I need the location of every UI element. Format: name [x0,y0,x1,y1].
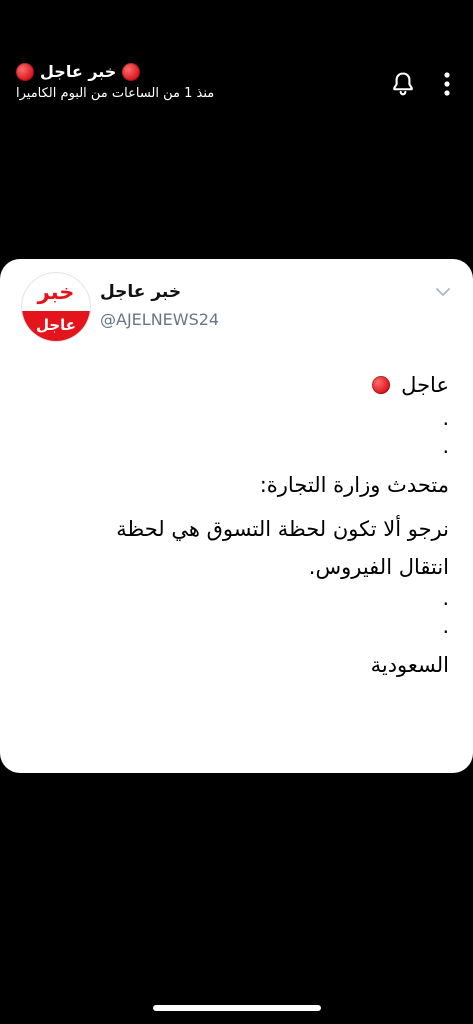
tweet-line-spokesperson: متحدث وزارة التجارة: [259,473,449,497]
story-title[interactable]: خبر عاجل [16,62,141,81]
tweet-line-country: السعودية [370,653,449,677]
tweet-line-message-2: انتقال الفيروس. [308,555,449,579]
account-handle[interactable]: @AJELNEWS24 [100,310,219,329]
tweet-line-dot: . [442,406,449,430]
tweet-body: عاجل . . متحدث وزارة التجارة: نرجو ألا ت… [24,362,449,680]
tweet-line-dot: . [442,614,449,638]
tweet-line-dot: . [442,434,449,458]
tweet-line-urgent: عاجل [24,362,449,408]
story-header: خبر عاجل منذ 1 من الساعات من البوم الكام… [16,62,457,106]
red-circle-icon [122,62,141,81]
account-name[interactable]: خبر عاجل [100,282,181,302]
red-circle-icon [16,62,34,81]
avatar-top-text: خبر [37,280,75,304]
red-circle-icon [372,376,391,394]
bell-icon[interactable] [389,70,417,98]
tweet-line-message-1: نرجو ألا تكون لحظة التسوق هي لحظة [116,517,449,541]
home-indicator[interactable] [153,1005,321,1011]
story-subtitle: منذ 1 من الساعات من البوم الكاميرا [16,86,215,101]
story-title-text: خبر عاجل [40,62,117,81]
chevron-down-icon[interactable] [434,285,452,299]
avatar-bottom-text: عاجل [22,311,90,341]
avatar[interactable]: خبر عاجل [22,273,90,341]
tweet-line-dot: . [442,586,449,610]
more-vertical-icon[interactable] [437,70,457,98]
